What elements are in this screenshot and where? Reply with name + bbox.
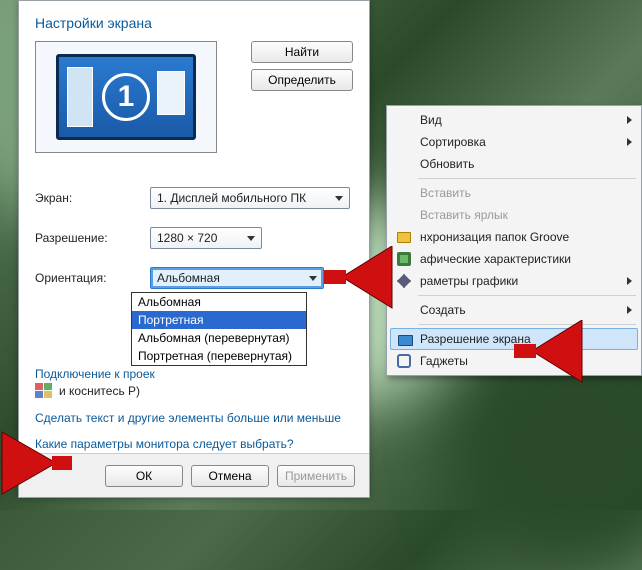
text-size-link[interactable]: Сделать текст и другие элементы больше и…: [35, 411, 341, 425]
red-arrow-annotation: [324, 246, 394, 316]
context-menu-item[interactable]: Вид: [390, 109, 638, 131]
context-menu-item[interactable]: афические характеристики: [390, 248, 638, 270]
screen-select[interactable]: 1. Дисплей мобильного ПК: [150, 187, 350, 209]
submenu-arrow-icon: [627, 277, 632, 285]
gadget-icon: [396, 353, 412, 369]
orientation-option[interactable]: Портретная (перевернутая): [132, 347, 306, 365]
resolution-label: Разрешение:: [35, 231, 150, 245]
projector-hint: и коснитесь P): [59, 384, 140, 398]
context-menu-item-label: Обновить: [420, 157, 474, 171]
context-menu-item-label: Гаджеты: [420, 354, 468, 368]
orientation-option[interactable]: Альбомная (перевернутая): [132, 329, 306, 347]
chevron-down-icon: [245, 232, 257, 244]
dialog-title: Настройки экрана: [35, 15, 353, 31]
find-button[interactable]: Найти: [251, 41, 353, 63]
context-menu-item[interactable]: Обновить: [390, 153, 638, 175]
context-menu-item[interactable]: раметры графики: [390, 270, 638, 292]
submenu-arrow-icon: [627, 116, 632, 124]
context-menu-item[interactable]: Создать: [390, 299, 638, 321]
orientation-option[interactable]: Портретная: [132, 311, 306, 329]
submenu-arrow-icon: [627, 306, 632, 314]
cancel-button[interactable]: Отмена: [191, 465, 269, 487]
orientation-label: Ориентация:: [35, 271, 150, 285]
orientation-dropdown[interactable]: АльбомнаяПортретнаяАльбомная (перевернут…: [131, 292, 307, 366]
context-menu-item[interactable]: Сортировка: [390, 131, 638, 153]
chip-icon: [396, 251, 412, 267]
display-thumbnail[interactable]: 1: [56, 54, 196, 140]
menu-separator: [418, 295, 636, 296]
context-menu-item-label: нхронизация папок Groove: [420, 230, 569, 244]
screen-label: Экран:: [35, 191, 150, 205]
windows-logo-icon: [35, 383, 53, 399]
display-number: 1: [102, 73, 150, 121]
context-menu-item-label: раметры графики: [420, 274, 518, 288]
orientation-select-value: Альбомная: [157, 271, 220, 285]
resolution-select-value: 1280 × 720: [157, 231, 217, 245]
detect-button[interactable]: Определить: [251, 69, 353, 91]
connect-projector-link[interactable]: Подключение к проек: [35, 367, 155, 381]
context-menu-item: Вставить: [390, 182, 638, 204]
folder-icon: [396, 229, 412, 245]
orientation-option[interactable]: Альбомная: [132, 293, 306, 311]
context-menu-item-label: афические характеристики: [420, 252, 571, 266]
orientation-select[interactable]: Альбомная: [150, 267, 324, 289]
chevron-down-icon: [333, 192, 345, 204]
red-arrow-annotation: [514, 320, 584, 388]
menu-separator: [418, 178, 636, 179]
apply-button[interactable]: Применить: [277, 465, 355, 487]
monitor-icon: [397, 332, 413, 348]
chevron-down-icon: [307, 272, 319, 284]
display-preview[interactable]: 1: [35, 41, 217, 153]
screen-settings-dialog: Настройки экрана 1 Найти Определить Экра…: [18, 0, 370, 498]
submenu-arrow-icon: [627, 138, 632, 146]
context-menu-item-label: Сортировка: [420, 135, 486, 149]
red-arrow-annotation: [0, 428, 74, 498]
context-menu-item-label: Вид: [420, 113, 442, 127]
context-menu-item-label: Вставить: [420, 186, 471, 200]
gfx-icon: [396, 273, 412, 289]
context-menu-item-label: Создать: [420, 303, 466, 317]
context-menu-item[interactable]: нхронизация папок Groove: [390, 226, 638, 248]
screen-select-value: 1. Дисплей мобильного ПК: [157, 191, 306, 205]
context-menu-item-label: Вставить ярлык: [420, 208, 508, 222]
context-menu-item: Вставить ярлык: [390, 204, 638, 226]
resolution-select[interactable]: 1280 × 720: [150, 227, 262, 249]
ok-button[interactable]: ОК: [105, 465, 183, 487]
